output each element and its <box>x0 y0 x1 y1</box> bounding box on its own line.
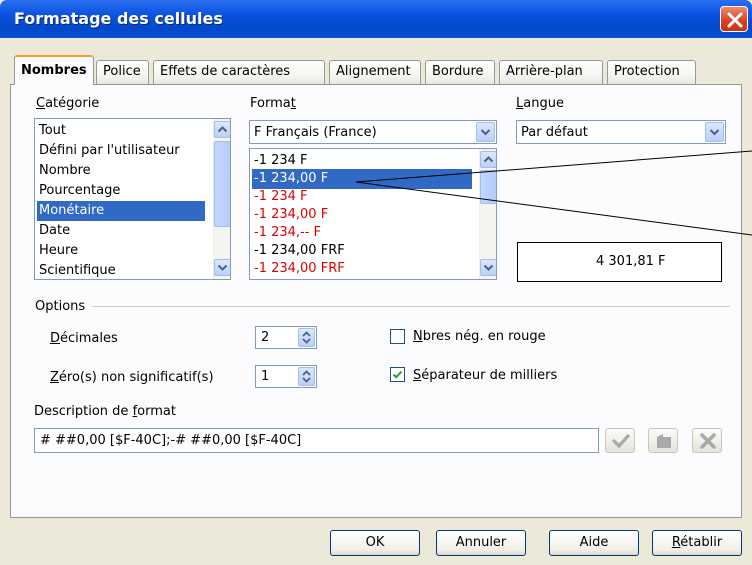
arrow-down-icon <box>483 264 494 271</box>
decimals-spin-buttons[interactable] <box>298 328 315 347</box>
list-item[interactable]: Pourcentage <box>37 181 205 201</box>
help-button[interactable]: Aide <box>549 530 639 556</box>
list-item[interactable]: -1 234,00 FRF <box>252 259 472 279</box>
tab-bordure[interactable]: Bordure <box>425 60 495 84</box>
reset-button[interactable]: Rétablir <box>652 530 742 556</box>
delete-format-button[interactable] <box>692 428 722 453</box>
category-list[interactable]: Tout Défini par l'utilisateur Nombre Pou… <box>34 118 231 280</box>
tab-alignement[interactable]: Alignement <box>329 60 421 84</box>
tab-protection[interactable]: Protection <box>607 60 696 84</box>
language-select[interactable]: Par défaut <box>516 120 726 144</box>
category-scrollbar[interactable] <box>213 119 230 279</box>
title-bar: Formatage des cellules <box>0 0 752 38</box>
list-item[interactable]: -1 234 F <box>252 151 472 171</box>
scroll-down-button[interactable] <box>214 259 230 276</box>
tab-effets-caracteres[interactable]: Effets de caractères <box>153 60 325 84</box>
arrow-up-icon <box>217 126 228 133</box>
options-divider <box>92 306 730 307</box>
close-icon <box>727 12 743 28</box>
scroll-thumb[interactable] <box>480 170 496 204</box>
category-label: Catégorie <box>36 96 100 111</box>
format-scrollbar[interactable] <box>479 149 496 279</box>
checkmark-icon <box>612 434 630 449</box>
scroll-up-button[interactable] <box>214 121 230 138</box>
list-item[interactable]: Date <box>37 221 205 241</box>
arrow-up-icon <box>483 156 494 163</box>
negative-red-checkbox[interactable] <box>390 329 405 344</box>
ok-button[interactable]: OK <box>330 530 420 556</box>
format-code-label: Description de format <box>34 404 176 419</box>
window-title: Formatage des cellules <box>14 9 223 28</box>
language-dropdown-button[interactable] <box>705 122 724 142</box>
scroll-up-button[interactable] <box>480 151 496 168</box>
list-item[interactable]: -1 234 F <box>252 187 472 207</box>
leading-zeros-spinner[interactable]: 1 <box>255 365 317 388</box>
options-group-label: Options <box>35 299 86 314</box>
list-item[interactable]: Scientifique <box>37 261 205 279</box>
chevron-down-icon <box>480 129 491 136</box>
list-item-selected[interactable]: Monétaire <box>37 201 205 221</box>
list-item[interactable]: Tout <box>37 121 205 141</box>
tab-police[interactable]: Police <box>96 60 149 84</box>
scroll-thumb[interactable] <box>214 141 230 227</box>
list-item-selected[interactable]: -1 234,00 F <box>252 169 472 189</box>
edit-comment-button[interactable] <box>648 428 678 453</box>
list-item[interactable]: Défini par l'utilisateur <box>37 141 205 161</box>
format-list[interactable]: -1 234 F -1 234,00 F -1 234 F -1 234,00 … <box>249 148 497 280</box>
list-item[interactable]: -1 234,-- F <box>252 223 472 243</box>
leading-zeros-label: Zéro(s) non significatif(s) <box>50 370 214 385</box>
leading-zeros-spin-buttons[interactable] <box>298 367 315 386</box>
list-item[interactable]: -1 234,00 F <box>252 205 472 225</box>
format-preview: 4 301,81 F <box>517 242 722 282</box>
comment-icon <box>657 434 671 448</box>
close-button[interactable] <box>720 6 748 32</box>
list-item[interactable]: Heure <box>37 241 205 261</box>
spin-arrows-icon <box>302 370 311 383</box>
language-label: Langue <box>516 96 564 111</box>
chevron-down-icon <box>709 129 720 136</box>
list-item[interactable]: Nombre <box>37 161 205 181</box>
apply-format-button[interactable] <box>605 428 635 453</box>
delete-icon <box>700 433 716 449</box>
tab-nombres[interactable]: Nombres <box>14 55 94 85</box>
list-item[interactable]: -1 234,00 FRF <box>252 241 472 261</box>
cancel-button[interactable]: Annuler <box>436 530 526 556</box>
thousands-separator-checkbox[interactable] <box>390 367 405 382</box>
negative-red-label: Nbres nég. en rouge <box>413 329 546 344</box>
arrow-down-icon <box>217 264 228 271</box>
spin-arrows-icon <box>302 331 311 344</box>
decimals-spinner[interactable]: 2 <box>255 326 317 349</box>
format-code-input[interactable]: # ##0,00 [$F-40C];-# ##0,00 [$F-40C] <box>34 428 599 453</box>
thousands-separator-label: Séparateur de milliers <box>413 368 558 383</box>
scroll-down-button[interactable] <box>480 259 496 276</box>
tab-arriere-plan[interactable]: Arrière-plan <box>499 60 603 84</box>
decimals-label: Décimales <box>50 331 118 346</box>
format-label: Format <box>250 96 296 111</box>
currency-dropdown-button[interactable] <box>476 122 495 142</box>
checkmark-icon <box>392 370 403 379</box>
currency-select[interactable]: F Français (France) <box>249 120 497 144</box>
